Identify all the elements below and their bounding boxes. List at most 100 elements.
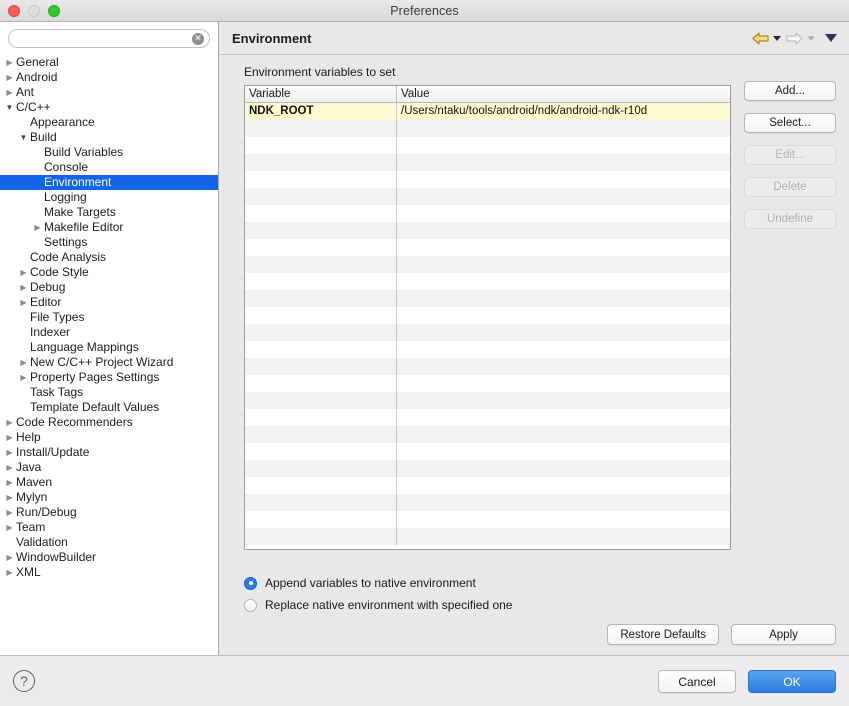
radio-option-append[interactable]: Append variables to native environment — [244, 572, 849, 594]
sidebar-item-android[interactable]: ▶ Android — [0, 70, 218, 85]
chevron-right-icon[interactable]: ▶ — [18, 355, 29, 370]
sidebar-item-appearance[interactable]: Appearance — [0, 115, 218, 130]
sidebar-item-maven[interactable]: ▶ Maven — [0, 475, 218, 490]
sidebar-item-code-style[interactable]: ▶ Code Style — [0, 265, 218, 280]
sidebar-item-console[interactable]: Console — [0, 160, 218, 175]
chevron-right-icon[interactable]: ▶ — [4, 460, 15, 475]
sidebar-item-editor[interactable]: ▶ Editor — [0, 295, 218, 310]
chevron-right-icon[interactable]: ▶ — [4, 415, 15, 430]
sidebar-item-language-mappings[interactable]: Language Mappings — [0, 340, 218, 355]
apply-button[interactable]: Apply — [731, 624, 836, 645]
cancel-button[interactable]: Cancel — [658, 669, 736, 693]
chevron-right-icon[interactable]: ▶ — [4, 520, 15, 535]
chevron-right-icon[interactable]: ▶ — [4, 475, 15, 490]
sidebar-item-indexer[interactable]: Indexer — [0, 325, 218, 340]
sidebar-item-code-analysis[interactable]: Code Analysis — [0, 250, 218, 265]
table-row[interactable]: NDK_ROOT/Users/ntaku/tools/android/ndk/a… — [245, 103, 730, 120]
sidebar-item-new-c-c-project-wizard[interactable]: ▶ New C/C++ Project Wizard — [0, 355, 218, 370]
sidebar-item-makefile-editor[interactable]: ▶ Makefile Editor — [0, 220, 218, 235]
ok-button[interactable]: OK — [748, 669, 836, 693]
table-row-empty[interactable] — [245, 307, 730, 324]
table-row-empty[interactable] — [245, 222, 730, 239]
radio-option-replace[interactable]: Replace native environment with specifie… — [244, 594, 849, 616]
chevron-right-icon[interactable]: ▶ — [18, 295, 29, 310]
table-row-empty[interactable] — [245, 324, 730, 341]
chevron-right-icon[interactable]: ▶ — [32, 220, 43, 235]
sidebar-item-make-targets[interactable]: Make Targets — [0, 205, 218, 220]
column-header-value[interactable]: Value — [397, 86, 730, 102]
table-row-empty[interactable] — [245, 443, 730, 460]
table-row-empty[interactable] — [245, 273, 730, 290]
sidebar-item-xml[interactable]: ▶ XML — [0, 565, 218, 580]
table-row-empty[interactable] — [245, 375, 730, 392]
table-row-empty[interactable] — [245, 171, 730, 188]
chevron-right-icon[interactable]: ▶ — [18, 280, 29, 295]
sidebar-item-run-debug[interactable]: ▶ Run/Debug — [0, 505, 218, 520]
environment-variables-table[interactable]: Variable Value NDK_ROOT/Users/ntaku/tool… — [244, 85, 731, 550]
sidebar-item-build[interactable]: ▼ Build — [0, 130, 218, 145]
chevron-right-icon[interactable]: ▶ — [4, 565, 15, 580]
minimize-button[interactable] — [28, 4, 40, 17]
table-row-empty[interactable] — [245, 137, 730, 154]
chevron-down-icon[interactable]: ▼ — [4, 100, 15, 115]
sidebar-item-settings[interactable]: Settings — [0, 235, 218, 250]
sidebar-item-property-pages-settings[interactable]: ▶ Property Pages Settings — [0, 370, 218, 385]
table-row-empty[interactable] — [245, 341, 730, 358]
sidebar-item-task-tags[interactable]: Task Tags — [0, 385, 218, 400]
select-button[interactable]: Select... — [744, 113, 836, 133]
sidebar-item-windowbuilder[interactable]: ▶ WindowBuilder — [0, 550, 218, 565]
sidebar-item-general[interactable]: ▶ General — [0, 55, 218, 70]
chevron-right-icon[interactable]: ▶ — [18, 370, 29, 385]
table-row-empty[interactable] — [245, 239, 730, 256]
add-button[interactable]: Add... — [744, 81, 836, 101]
sidebar-item-help[interactable]: ▶ Help — [0, 430, 218, 445]
chevron-right-icon[interactable]: ▶ — [4, 505, 15, 520]
back-dropdown-icon[interactable] — [773, 35, 781, 41]
table-row-empty[interactable] — [245, 460, 730, 477]
chevron-right-icon[interactable]: ▶ — [18, 265, 29, 280]
sidebar-item-install-update[interactable]: ▶ Install/Update — [0, 445, 218, 460]
column-header-variable[interactable]: Variable — [245, 86, 397, 102]
chevron-right-icon[interactable]: ▶ — [4, 550, 15, 565]
view-menu-triangle-icon[interactable] — [825, 34, 837, 42]
chevron-right-icon[interactable]: ▶ — [4, 70, 15, 85]
zoom-button[interactable] — [48, 4, 60, 17]
table-row-empty[interactable] — [245, 188, 730, 205]
table-row-empty[interactable] — [245, 256, 730, 273]
table-row-empty[interactable] — [245, 511, 730, 528]
table-row-empty[interactable] — [245, 154, 730, 171]
sidebar-item-code-recommenders[interactable]: ▶ Code Recommenders — [0, 415, 218, 430]
table-row-empty[interactable] — [245, 409, 730, 426]
chevron-right-icon[interactable]: ▶ — [4, 445, 15, 460]
table-row-empty[interactable] — [245, 358, 730, 375]
table-row-empty[interactable] — [245, 290, 730, 307]
sidebar-item-ant[interactable]: ▶ Ant — [0, 85, 218, 100]
sidebar-item-logging[interactable]: Logging — [0, 190, 218, 205]
close-button[interactable] — [8, 4, 20, 17]
table-row-empty[interactable] — [245, 120, 730, 137]
table-row-empty[interactable] — [245, 426, 730, 443]
restore-defaults-button[interactable]: Restore Defaults — [607, 624, 719, 645]
back-arrow-icon[interactable] — [752, 31, 769, 45]
chevron-right-icon[interactable]: ▶ — [4, 85, 15, 100]
table-row-empty[interactable] — [245, 205, 730, 222]
sidebar-item-environment[interactable]: Environment — [0, 175, 218, 190]
help-icon[interactable]: ? — [13, 670, 35, 692]
chevron-right-icon[interactable]: ▶ — [4, 490, 15, 505]
chevron-down-icon[interactable]: ▼ — [18, 130, 29, 145]
sidebar-item-file-types[interactable]: File Types — [0, 310, 218, 325]
table-row-empty[interactable] — [245, 528, 730, 545]
sidebar-item-mylyn[interactable]: ▶ Mylyn — [0, 490, 218, 505]
clear-search-icon[interactable]: ✕ — [192, 33, 204, 45]
radio-button-icon[interactable] — [244, 598, 257, 612]
chevron-right-icon[interactable]: ▶ — [4, 55, 15, 70]
sidebar-item-template-default-values[interactable]: Template Default Values — [0, 400, 218, 415]
search-input[interactable] — [8, 29, 210, 48]
table-row-empty[interactable] — [245, 494, 730, 511]
sidebar-item-c-c[interactable]: ▼ C/C++ — [0, 100, 218, 115]
chevron-right-icon[interactable]: ▶ — [4, 430, 15, 445]
sidebar-item-debug[interactable]: ▶ Debug — [0, 280, 218, 295]
sidebar-item-build-variables[interactable]: Build Variables — [0, 145, 218, 160]
sidebar-item-validation[interactable]: Validation — [0, 535, 218, 550]
table-row-empty[interactable] — [245, 477, 730, 494]
